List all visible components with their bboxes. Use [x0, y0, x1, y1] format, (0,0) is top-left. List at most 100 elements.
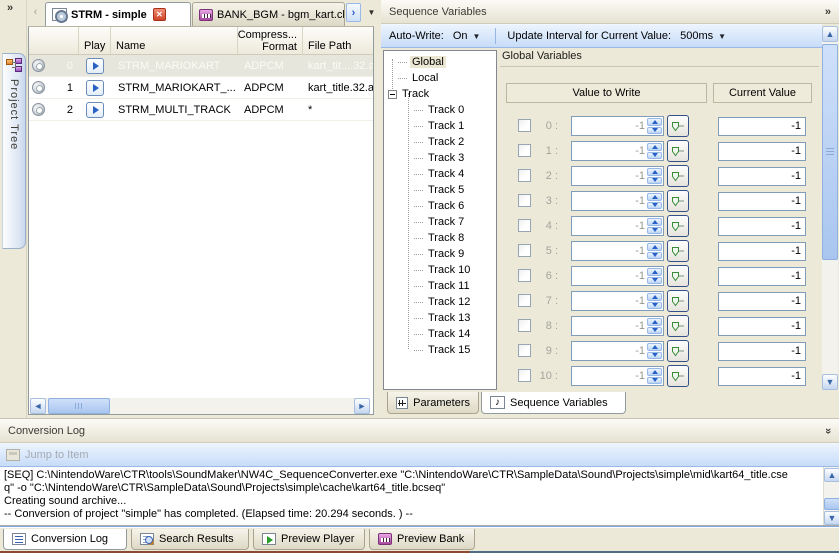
conversion-log-output[interactable]: [SEQ] C:\NintendoWare\CTR\tools\SoundMak…	[0, 467, 839, 526]
value-to-write-spinner[interactable]: -1	[571, 316, 664, 336]
tab-search-results[interactable]: Search Results	[131, 529, 249, 550]
tab-preview-player[interactable]: Preview Player	[253, 529, 365, 550]
panel-collapse-chevron-icon[interactable]: »	[825, 6, 831, 18]
spinner-down-icon[interactable]	[647, 327, 662, 335]
tree-item-track-child[interactable]: Track 13	[384, 310, 496, 326]
tab-sequence-variables[interactable]: ♪ Sequence Variables	[481, 392, 626, 414]
tree-item-track-child[interactable]: Track 5	[384, 182, 496, 198]
close-tab-icon[interactable]: ✕	[153, 8, 166, 21]
spinner-down-icon[interactable]	[647, 377, 662, 385]
tree-item-track-child[interactable]: Track 10	[384, 262, 496, 278]
tree-item-track[interactable]: Track	[384, 86, 496, 102]
play-button[interactable]	[86, 102, 104, 118]
value-to-write-spinner[interactable]: -1	[571, 291, 664, 311]
current-value-field[interactable]: -1	[718, 292, 806, 311]
vertical-scrollbar[interactable]: ▲ ▼	[822, 26, 838, 390]
tree-item-track-child[interactable]: Track 6	[384, 198, 496, 214]
tab-conversion-log[interactable]: Conversion Log	[3, 529, 127, 550]
value-to-write-spinner[interactable]: -1	[571, 241, 664, 261]
tree-item-track-child[interactable]: Track 12	[384, 294, 496, 310]
vertical-splitter[interactable]	[374, 0, 381, 418]
spinner-down-icon[interactable]	[647, 177, 662, 185]
tree-item-track-child[interactable]: Track 7	[384, 214, 496, 230]
header-file-path[interactable]: File Path	[303, 27, 373, 54]
spinner-up-icon[interactable]	[647, 168, 662, 176]
tab-parameters[interactable]: Parameters	[387, 392, 479, 414]
scrollbar-track[interactable]	[110, 398, 354, 414]
write-value-button[interactable]	[667, 240, 689, 262]
spinner-up-icon[interactable]	[647, 218, 662, 226]
spinner-down-icon[interactable]	[647, 127, 662, 135]
tab-scroll-left-button[interactable]: ‹	[28, 3, 43, 22]
write-value-button[interactable]	[667, 290, 689, 312]
value-to-write-spinner[interactable]: -1	[571, 266, 664, 286]
spinner-down-icon[interactable]	[647, 202, 662, 210]
spinner-up-icon[interactable]	[647, 318, 662, 326]
tree-item-track-child[interactable]: Track 14	[384, 326, 496, 342]
current-value-field[interactable]: -1	[718, 142, 806, 161]
jump-to-item-button[interactable]: Jump to Item	[6, 449, 89, 461]
write-value-button[interactable]	[667, 215, 689, 237]
current-value-field[interactable]: -1	[718, 117, 806, 136]
horizontal-scrollbar[interactable]: ◄ ►	[30, 398, 370, 414]
spinner-down-icon[interactable]	[647, 227, 662, 235]
tab-strm-simple[interactable]: STRM - simple ✕	[45, 2, 191, 26]
scroll-right-icon[interactable]: ►	[354, 398, 370, 414]
spinner-up-icon[interactable]	[647, 193, 662, 201]
scroll-left-icon[interactable]: ◄	[30, 398, 46, 414]
scrollbar-thumb[interactable]	[824, 498, 839, 510]
tab-scroll-right-button[interactable]: ›	[346, 3, 361, 22]
write-value-button[interactable]	[667, 190, 689, 212]
table-row[interactable]: 2 STRM_MULTI_TRACK ADPCM *	[29, 99, 373, 121]
current-value-field[interactable]: -1	[718, 317, 806, 336]
scroll-down-icon[interactable]: ▼	[824, 511, 839, 525]
tab-preview-bank[interactable]: Preview Bank	[369, 529, 475, 550]
write-value-button[interactable]	[667, 315, 689, 337]
spinner-up-icon[interactable]	[647, 243, 662, 251]
spinner-up-icon[interactable]	[647, 268, 662, 276]
scroll-up-icon[interactable]: ▲	[822, 26, 838, 42]
value-to-write-spinner[interactable]: -1	[571, 191, 664, 211]
spinner-up-icon[interactable]	[647, 118, 662, 126]
project-tree-collapsed-tab[interactable]: Project Tree	[2, 53, 26, 249]
value-to-write-spinner[interactable]: -1	[571, 341, 664, 361]
tree-item-track-child[interactable]: Track 15	[384, 342, 496, 358]
write-value-button[interactable]	[667, 140, 689, 162]
tree-item-track-child[interactable]: Track 3	[384, 150, 496, 166]
header-play[interactable]: Play	[79, 27, 111, 54]
spinner-down-icon[interactable]	[647, 252, 662, 260]
current-value-field[interactable]: -1	[718, 242, 806, 261]
write-value-button[interactable]	[667, 265, 689, 287]
tab-bank-bgm[interactable]: BANK_BGM - bgm_kart.cbn	[192, 2, 345, 26]
scrollbar-thumb[interactable]	[48, 398, 110, 414]
tree-item-global[interactable]: Global	[384, 54, 496, 70]
write-value-button[interactable]	[667, 115, 689, 137]
update-interval-dropdown[interactable]: 500ms ▼	[676, 29, 730, 43]
header-icon-column[interactable]	[29, 27, 79, 54]
collapse-expander-icon[interactable]	[388, 90, 397, 99]
scrollbar-thumb[interactable]	[822, 44, 838, 260]
spinner-up-icon[interactable]	[647, 293, 662, 301]
value-to-write-spinner[interactable]: -1	[571, 141, 664, 161]
spinner-up-icon[interactable]	[647, 368, 662, 376]
spinner-down-icon[interactable]	[647, 277, 662, 285]
tree-item-track-child[interactable]: Track 0	[384, 102, 496, 118]
spinner-up-icon[interactable]	[647, 143, 662, 151]
table-row[interactable]: 0 STRM_MARIOKART ADPCM kart_tit....32.ai	[29, 55, 373, 77]
play-button[interactable]	[86, 80, 104, 96]
tree-item-track-child[interactable]: Track 9	[384, 246, 496, 262]
tree-item-track-child[interactable]: Track 2	[384, 134, 496, 150]
tree-item-track-child[interactable]: Track 4	[384, 166, 496, 182]
scroll-down-icon[interactable]: ▼	[822, 374, 838, 390]
current-value-field[interactable]: -1	[718, 217, 806, 236]
value-to-write-spinner[interactable]: -1	[571, 216, 664, 236]
current-value-field[interactable]: -1	[718, 192, 806, 211]
current-value-field[interactable]: -1	[718, 367, 806, 386]
current-value-field[interactable]: -1	[718, 342, 806, 361]
value-to-write-spinner[interactable]: -1	[571, 116, 664, 136]
header-name[interactable]: Name	[111, 27, 238, 54]
write-value-button[interactable]	[667, 165, 689, 187]
spinner-down-icon[interactable]	[647, 152, 662, 160]
value-to-write-spinner[interactable]: -1	[571, 366, 664, 386]
write-value-button[interactable]	[667, 340, 689, 362]
